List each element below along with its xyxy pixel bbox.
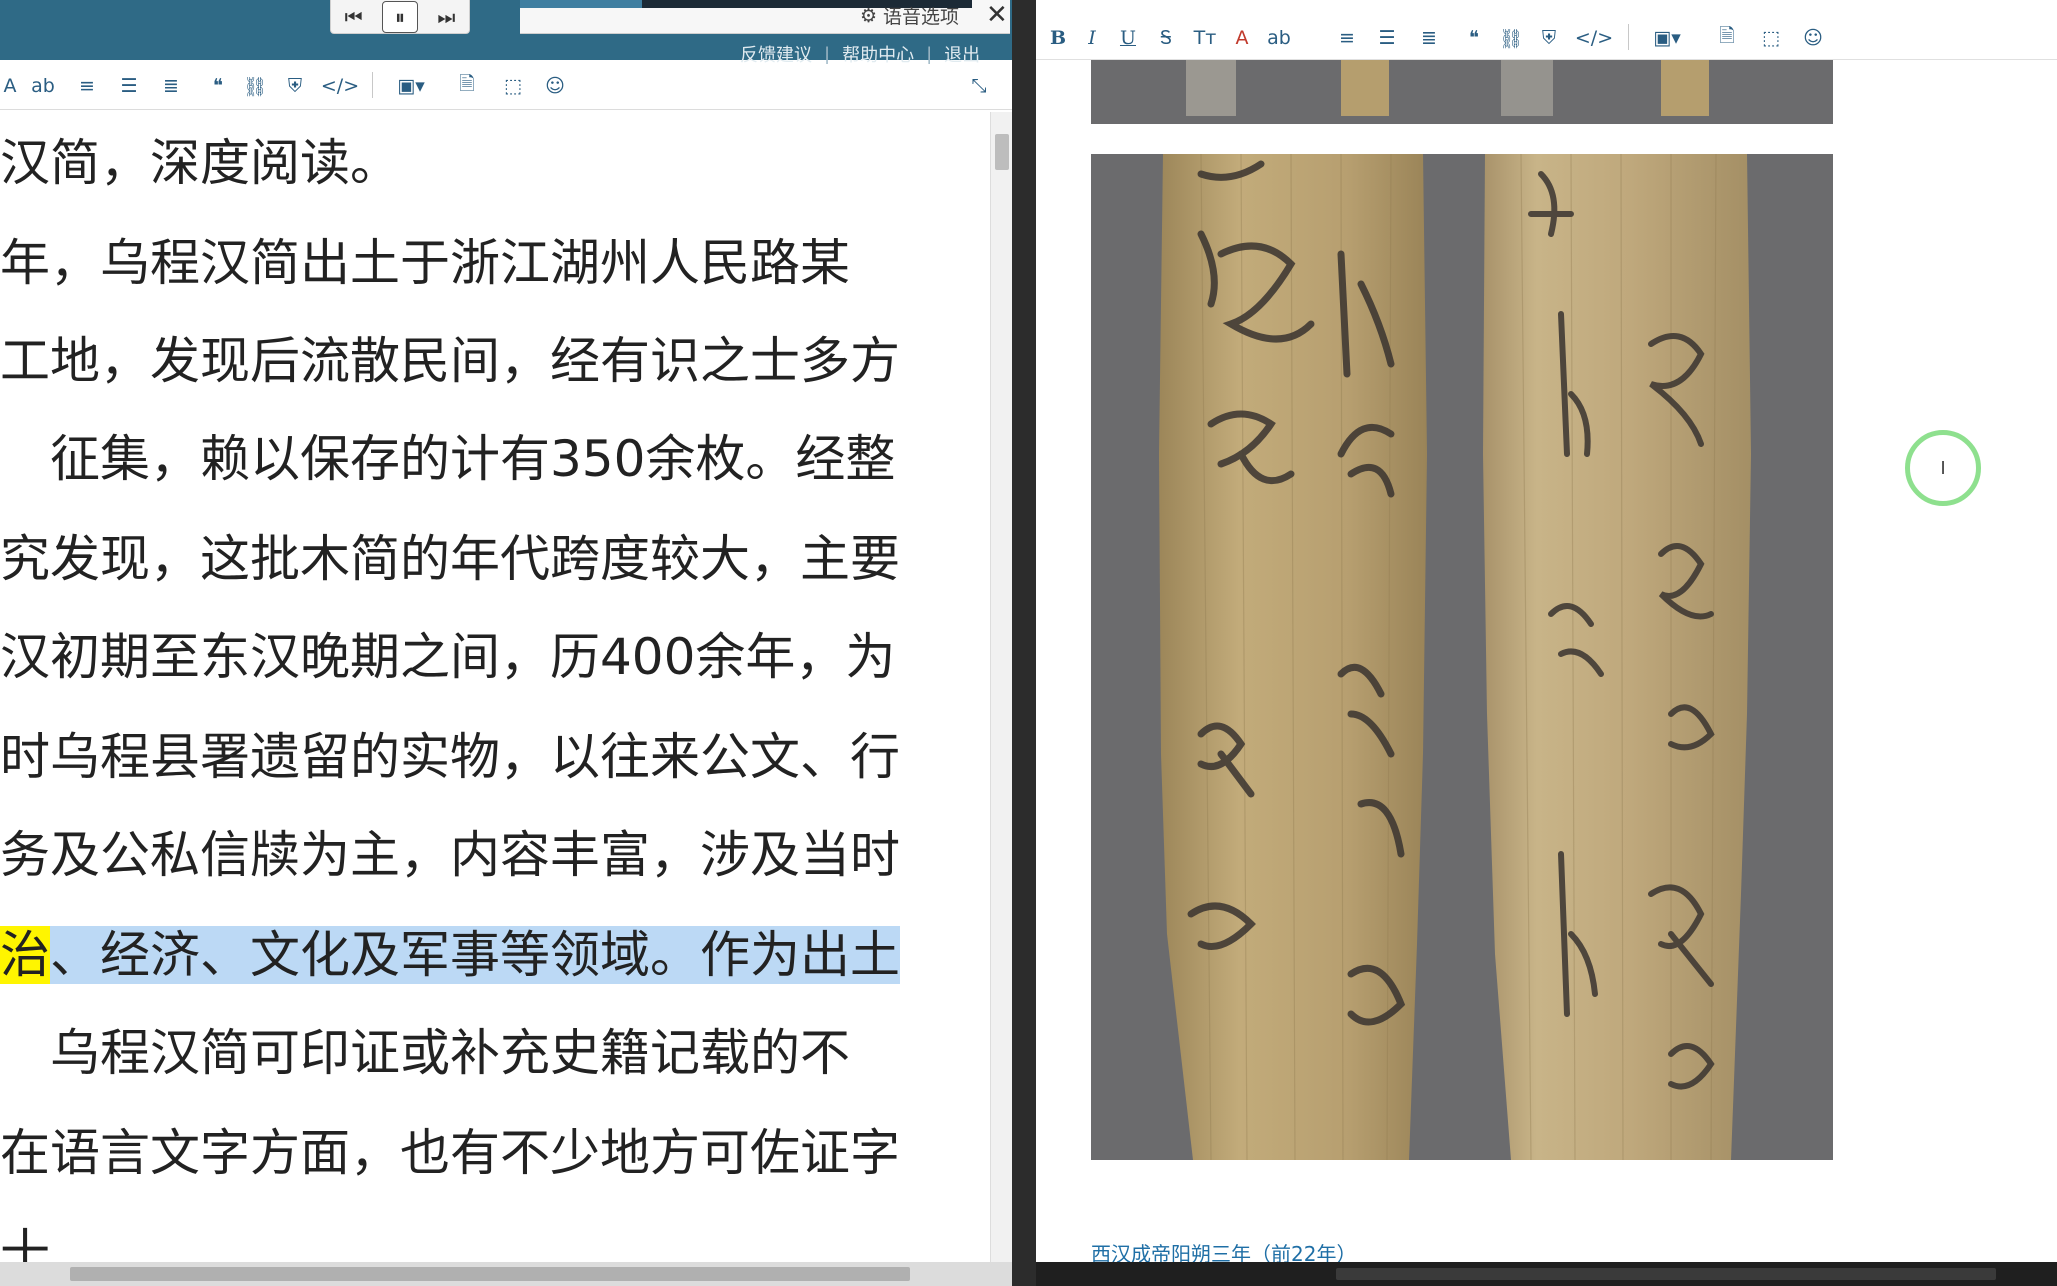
document-body[interactable]: 汉简，深度阅读。 年，乌程汉简出土于浙江湖州人民路某 工地，发现后流散民间，经有… (0, 112, 990, 1272)
emoji-icon[interactable]: ☺ (540, 72, 570, 100)
image-icon[interactable]: ▣▾ (1644, 24, 1690, 52)
quote-icon[interactable]: ❝ (1460, 24, 1488, 52)
text-line: 在语言文字方面，也有不少地方可佐证字 (0, 1124, 900, 1182)
text-line: 汉初期至东汉晚期之间，历400余年，为 (0, 628, 896, 686)
current-word-highlight: 治 (0, 926, 50, 984)
pause-icon[interactable]: ⏸ (381, 0, 418, 33)
link-icon[interactable]: ⛓ (240, 72, 270, 100)
text-cursor-icon: I (1940, 457, 1946, 479)
close-icon[interactable]: ✕ (986, 0, 1008, 30)
skip-forward-icon[interactable]: ⏭ (429, 2, 463, 32)
link-icon[interactable]: ⛓ (1496, 24, 1526, 52)
bullet-list-icon[interactable]: ☰ (114, 72, 144, 100)
text-line: 征集，赖以保存的计有350余枚。经整 (0, 430, 896, 488)
text-size-icon[interactable]: Tт (1188, 24, 1222, 52)
italic-icon[interactable]: I (1080, 24, 1104, 52)
align-icon[interactable]: ≡ (1332, 24, 1362, 52)
text-line: 究发现，这批木简的年代跨度较大，主要 (0, 530, 900, 588)
numbered-list-icon[interactable]: ≣ (1414, 24, 1444, 52)
left-horizontal-scrollbar[interactable] (0, 1262, 1012, 1286)
document-icon[interactable]: 🗎 (1712, 24, 1742, 52)
voice-settings-icon: ⚙ (860, 4, 878, 27)
skip-back-icon[interactable]: ⏮ (337, 2, 371, 32)
toolbar-divider (1628, 24, 1629, 50)
current-sentence-highlight: 、经济、文化及军事等领域。作为出土 (50, 926, 900, 984)
highlight-icon[interactable]: ab (28, 72, 58, 100)
highlight-icon[interactable]: ab (1264, 24, 1294, 52)
tts-playback-controls: ⏮ ⏸ ⏭ (330, 0, 470, 34)
text-line: 时乌程县署遗留的实物，以往来公文、行 (0, 728, 900, 786)
clear-format-icon[interactable]: ⛨ (280, 72, 310, 100)
select-area-icon[interactable]: ⬚ (1754, 24, 1788, 52)
top-links: 反馈建议 | 帮助中心 | 退出 (740, 44, 1025, 67)
bullet-list-icon[interactable]: ☰ (1372, 24, 1402, 52)
align-icon[interactable]: ≡ (72, 72, 102, 100)
click-indicator-ring: I (1905, 430, 1981, 506)
voice-options-label: 语音选项 (883, 6, 960, 28)
text-line: 工地，发现后流散民间，经有识之士多方 (0, 332, 900, 390)
image-icon[interactable]: ▣▾ (388, 72, 434, 100)
emoji-icon[interactable]: ☺ (1798, 24, 1828, 52)
toolbar-divider (372, 72, 373, 98)
bamboo-slips-photo[interactable] (1091, 154, 1833, 1160)
underline-icon[interactable]: U (1116, 24, 1140, 52)
code-icon[interactable]: </> (1572, 24, 1616, 52)
clear-format-icon[interactable]: ⛨ (1534, 24, 1564, 52)
code-icon[interactable]: </> (318, 72, 362, 100)
right-horizontal-scrollbar[interactable] (1036, 1262, 2057, 1286)
collapse-icon[interactable]: ⤡ (962, 72, 996, 100)
voice-bar: ⚙ 语音选项 ✕ (520, 0, 1010, 34)
numbered-list-icon[interactable]: ≣ (156, 72, 186, 100)
window-splitter[interactable] (1012, 0, 1036, 1286)
image-caption: 西汉成帝阳朔三年（前22年） (1091, 1242, 1357, 1264)
text-line: 年，乌程汉简出土于浙江湖州人民路某 (0, 234, 850, 292)
clear-style-icon[interactable]: Ꭶ (1152, 24, 1180, 52)
voice-options-button[interactable]: ⚙ 语音选项 (860, 2, 959, 29)
quote-icon[interactable]: ❝ (204, 72, 232, 100)
text-line: 乌程汉简可印证或补充史籍记载的不 (0, 1024, 850, 1082)
right-formatting-toolbar: B I U Ꭶ Tт A ab ≡ ☰ ≣ ❝ ⛓ ⛨ </> ▣▾ 🗎 ⬚ ☺ (1036, 16, 2057, 60)
bold-icon[interactable]: B (1046, 24, 1070, 52)
text-line: 汉简，深度阅读。 (0, 134, 400, 192)
document-icon[interactable]: 🗎 (452, 72, 482, 100)
left-formatting-toolbar: A ab ≡ ☰ ≣ ❝ ⛓ ⛨ </> ▣▾ 🗎 ⬚ ☺ ⤡ (0, 64, 1012, 110)
left-vertical-scrollbar[interactable] (990, 112, 1012, 1262)
highlighted-text-line: 治、经济、文化及军事等领域。作为出土 (0, 920, 900, 990)
previous-slip-image (1091, 60, 1833, 124)
select-area-icon[interactable]: ⬚ (496, 72, 530, 100)
font-color-icon[interactable]: A (0, 72, 20, 100)
font-color-icon[interactable]: A (1230, 24, 1254, 52)
text-line: 务及公私信牍为主，内容丰富，涉及当时 (0, 826, 900, 884)
